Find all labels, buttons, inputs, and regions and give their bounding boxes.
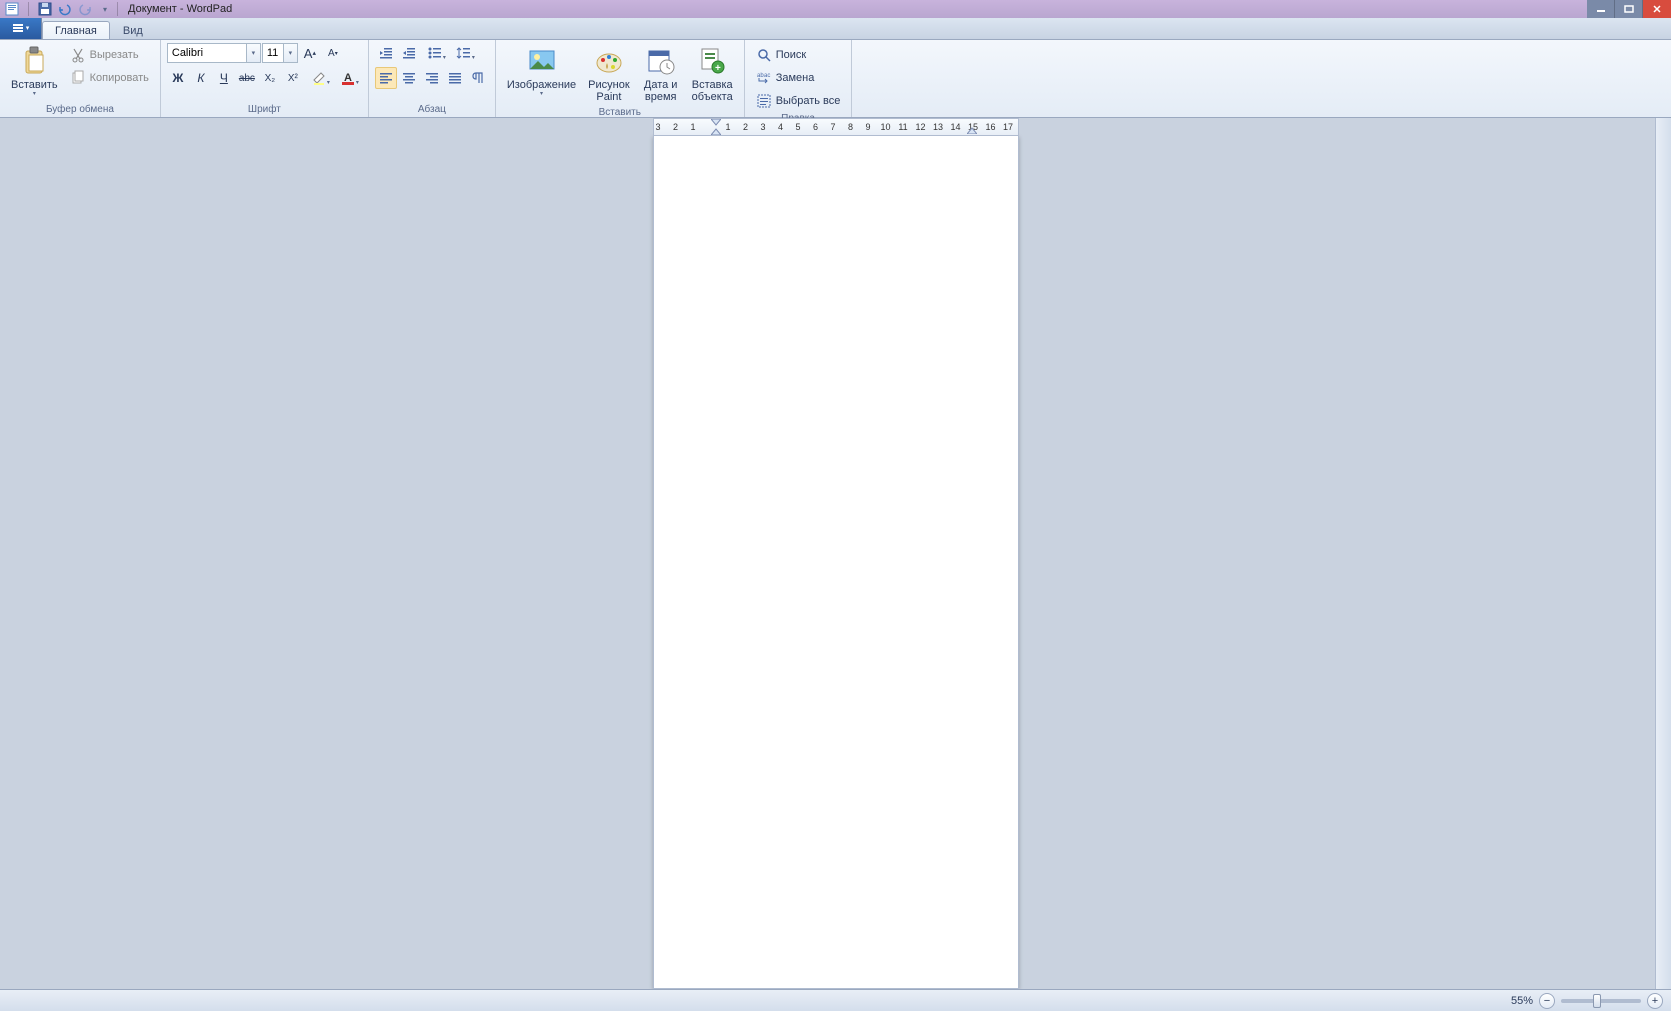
redo-icon[interactable] xyxy=(77,1,93,17)
font-size-value: 11 xyxy=(267,47,278,59)
qat-separator xyxy=(28,2,29,16)
group-clipboard: Вставить ▾ Вырезать Копировать Буфер xyxy=(0,40,161,117)
group-paragraph: Абзац xyxy=(369,40,496,117)
line-spacing-button[interactable] xyxy=(450,42,478,64)
replace-icon: abac xyxy=(756,70,772,86)
replace-label: Замена xyxy=(776,72,815,84)
window-title: Документ - WordPad xyxy=(128,3,232,15)
paste-button[interactable]: Вставить ▾ xyxy=(6,42,63,101)
ruler-indent-marker-left[interactable] xyxy=(711,119,721,136)
datetime-icon xyxy=(645,45,677,77)
insert-paint-label: Рисунок Paint xyxy=(588,79,630,103)
minimize-button[interactable] xyxy=(1587,0,1615,18)
window-controls xyxy=(1587,0,1671,18)
chevron-down-icon: ▾ xyxy=(283,44,297,62)
vertical-scrollbar[interactable] xyxy=(1655,118,1671,989)
zoom-out-button[interactable]: − xyxy=(1539,993,1555,1009)
cut-label: Вырезать xyxy=(90,49,139,61)
font-family-value: Calibri xyxy=(172,47,203,59)
wordpad-icon[interactable] xyxy=(4,1,20,17)
ruler-indent-marker-right[interactable] xyxy=(967,126,977,136)
strikethrough-button[interactable]: abc xyxy=(236,67,258,89)
select-all-icon xyxy=(756,93,772,109)
font-color-button[interactable]: A xyxy=(334,67,362,89)
chevron-down-icon: ▾ xyxy=(246,44,260,62)
group-clipboard-label: Буфер обмена xyxy=(6,103,154,117)
align-right-button[interactable] xyxy=(421,67,443,89)
close-button[interactable] xyxy=(1643,0,1671,18)
copy-icon xyxy=(70,70,86,86)
insert-image-button[interactable]: Изображение ▾ xyxy=(502,42,581,101)
select-all-button[interactable]: Выбрать все xyxy=(751,90,846,112)
grow-font-button[interactable]: A▴ xyxy=(299,42,321,64)
zoom-slider-thumb[interactable] xyxy=(1593,994,1601,1008)
align-center-button[interactable] xyxy=(398,67,420,89)
insert-datetime-button[interactable]: Дата и время xyxy=(637,42,685,106)
decrease-indent-button[interactable] xyxy=(375,42,397,64)
svg-text:ac: ac xyxy=(764,73,770,79)
replace-button[interactable]: abac Замена xyxy=(751,67,846,89)
increase-indent-button[interactable] xyxy=(398,42,420,64)
font-color-icon: A xyxy=(340,70,356,86)
insert-object-button[interactable]: + Вставка объекта xyxy=(687,42,738,106)
cut-button[interactable]: Вырезать xyxy=(65,44,154,66)
status-bar: 55% − + xyxy=(0,989,1671,1011)
insert-paint-button[interactable]: Рисунок Paint xyxy=(583,42,635,106)
insert-image-label: Изображение xyxy=(507,79,576,91)
maximize-button[interactable] xyxy=(1615,0,1643,18)
qat-customize-icon[interactable]: ▾ xyxy=(97,1,113,17)
ruler-ticks: 3211234567891011121314151617 xyxy=(654,119,1018,135)
group-editing: Поиск abac Замена Выбрать все Правка xyxy=(745,40,853,117)
save-icon[interactable] xyxy=(37,1,53,17)
paste-label: Вставить xyxy=(11,79,58,91)
group-font-label: Шрифт xyxy=(167,103,362,117)
title-separator xyxy=(117,2,118,16)
find-button[interactable]: Поиск xyxy=(751,44,846,66)
font-size-combo[interactable]: 11 ▾ xyxy=(262,43,298,63)
tab-view[interactable]: Вид xyxy=(110,21,156,39)
font-family-combo[interactable]: Calibri ▾ xyxy=(167,43,261,63)
cut-icon xyxy=(70,47,86,63)
subscript-button[interactable]: X₂ xyxy=(259,67,281,89)
insert-datetime-label: Дата и время xyxy=(644,79,678,103)
select-all-label: Выбрать все xyxy=(776,95,841,107)
italic-button[interactable]: К xyxy=(190,67,212,89)
underline-button[interactable]: Ч xyxy=(213,67,235,89)
shrink-font-button[interactable]: A▾ xyxy=(322,42,344,64)
superscript-button[interactable]: X² xyxy=(282,67,304,89)
document-area: 3211234567891011121314151617 xyxy=(0,118,1671,989)
highlight-icon xyxy=(311,70,327,86)
bullets-button[interactable] xyxy=(421,42,449,64)
zoom-in-button[interactable]: + xyxy=(1647,993,1663,1009)
find-icon xyxy=(756,47,772,63)
find-label: Поиск xyxy=(776,49,806,61)
copy-button[interactable]: Копировать xyxy=(65,67,154,89)
align-left-button[interactable] xyxy=(375,67,397,89)
zoom-slider[interactable] xyxy=(1561,999,1641,1003)
object-icon: + xyxy=(696,45,728,77)
horizontal-ruler[interactable]: 3211234567891011121314151617 xyxy=(653,118,1019,136)
quick-access-toolbar: ▾ xyxy=(0,1,113,17)
tab-home[interactable]: Главная xyxy=(42,21,110,39)
svg-text:+: + xyxy=(715,63,721,74)
image-icon xyxy=(526,45,558,77)
ribbon-tab-row: ▾ Главная Вид xyxy=(0,18,1671,40)
group-paragraph-label: Абзац xyxy=(375,103,489,117)
paragraph-dialog-button[interactable] xyxy=(467,67,489,89)
highlight-color-button[interactable] xyxy=(305,67,333,89)
paint-icon xyxy=(593,45,625,77)
copy-label: Копировать xyxy=(90,72,149,84)
group-insert: Изображение ▾ Рисунок Paint Дата и время… xyxy=(496,40,745,117)
file-menu-button[interactable]: ▾ xyxy=(0,17,42,39)
title-bar: ▾ Документ - WordPad xyxy=(0,0,1671,18)
paste-icon xyxy=(18,45,50,77)
bold-button[interactable]: Ж xyxy=(167,67,189,89)
document-page[interactable] xyxy=(653,136,1019,989)
align-justify-button[interactable] xyxy=(444,67,466,89)
group-font: Calibri ▾ 11 ▾ A▴ A▾ Ж К xyxy=(161,40,369,117)
ribbon: Вставить ▾ Вырезать Копировать Буфер xyxy=(0,40,1671,118)
insert-object-label: Вставка объекта xyxy=(692,79,733,103)
zoom-level: 55% xyxy=(1511,995,1533,1007)
undo-icon[interactable] xyxy=(57,1,73,17)
